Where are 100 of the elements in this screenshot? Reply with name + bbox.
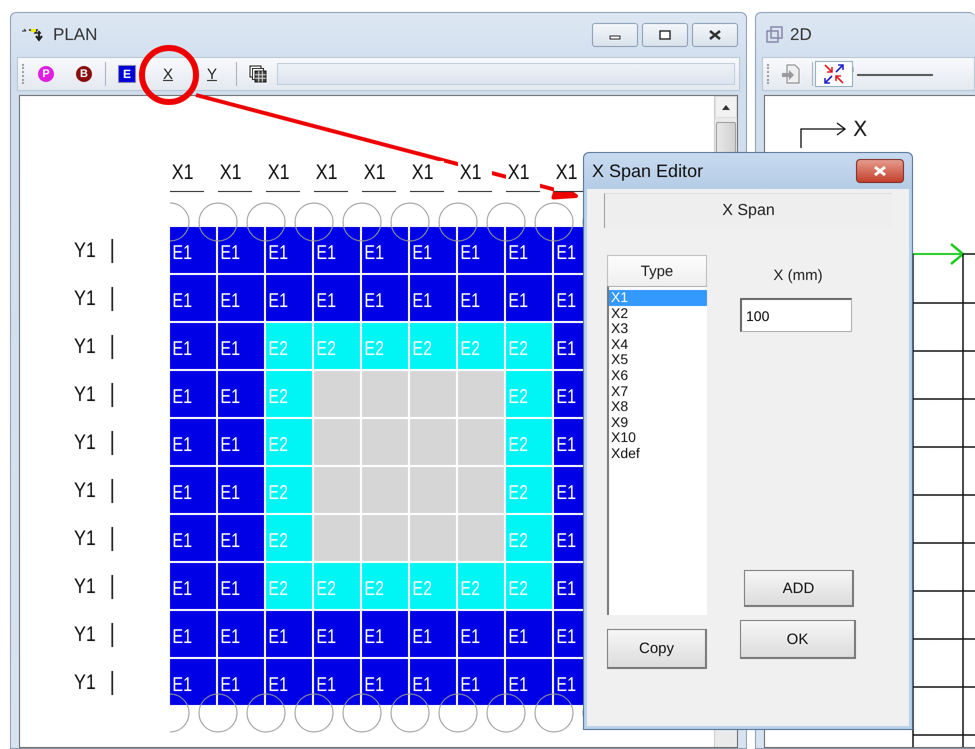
grid-cell[interactable]: E1 — [266, 611, 312, 657]
toolbar-button[interactable]: E — [108, 61, 146, 87]
grid-cell[interactable]: E1 — [362, 659, 408, 705]
grid-cell[interactable] — [314, 467, 360, 513]
list-item[interactable]: X2 — [609, 306, 707, 322]
grid-cell[interactable]: E1 — [554, 323, 583, 369]
grid-cell[interactable] — [458, 419, 504, 465]
grid-cell[interactable] — [314, 371, 360, 417]
grid-cell[interactable]: E1 — [410, 611, 456, 657]
row-label: Y1 — [74, 239, 113, 263]
grid-cell[interactable]: E1 — [170, 467, 216, 513]
grid-cell[interactable]: E1 — [506, 227, 552, 273]
grid-cell[interactable] — [314, 515, 360, 561]
close-button[interactable] — [692, 23, 738, 47]
input-field[interactable]: 100 — [740, 298, 852, 332]
grid-cell[interactable] — [362, 371, 408, 417]
grid-cell[interactable]: E1 — [458, 611, 504, 657]
grid-cell[interactable] — [410, 467, 456, 513]
grid-cell[interactable]: E1 — [266, 227, 312, 273]
grid-cell[interactable]: E1 — [458, 275, 504, 321]
grid-cell[interactable]: E1 — [362, 227, 408, 273]
grid-cell[interactable]: E1 — [554, 659, 583, 705]
list-item[interactable]: X8 — [609, 399, 707, 415]
list-item[interactable]: X6 — [609, 368, 707, 384]
grid-cell[interactable]: E1 — [170, 275, 216, 321]
grid-cell[interactable]: E1 — [170, 371, 216, 417]
grid-cell[interactable]: E1 — [410, 659, 456, 705]
add-button[interactable]: ADD — [744, 570, 854, 607]
list-item[interactable]: X7 — [609, 384, 707, 400]
grid-cell[interactable]: E1 — [218, 323, 264, 369]
grid-cell[interactable]: E1 — [458, 227, 504, 273]
toolbar-grip[interactable] — [22, 64, 27, 84]
grid-cell[interactable]: E1 — [554, 467, 583, 513]
row-label: Y1 — [74, 623, 113, 647]
grid-cell[interactable] — [410, 419, 456, 465]
grid-cell[interactable]: E1 — [218, 659, 264, 705]
grid-cell[interactable]: E1 — [506, 611, 552, 657]
grid-cell[interactable]: E1 — [218, 371, 264, 417]
grid-cell[interactable]: E1 — [554, 275, 583, 321]
list-item[interactable]: Xdef — [609, 446, 707, 462]
grid-cell[interactable]: E1 — [554, 611, 583, 657]
grid-cell[interactable]: E1 — [362, 611, 408, 657]
grid-cell[interactable]: E1 — [170, 659, 216, 705]
toolbar-button[interactable]: B — [65, 61, 103, 87]
list-item[interactable]: X3 — [609, 321, 707, 337]
ok-button[interactable]: OK — [740, 620, 856, 659]
list-item[interactable]: X10 — [609, 430, 707, 446]
grid-cell[interactable]: E1 — [554, 227, 583, 273]
grid-cell[interactable]: E1 — [218, 563, 264, 609]
grid-cell[interactable] — [458, 371, 504, 417]
minimize-button[interactable] — [592, 23, 638, 47]
grid-cell[interactable]: E1 — [506, 659, 552, 705]
grid-cell[interactable] — [314, 419, 360, 465]
grid-cell[interactable]: E1 — [266, 659, 312, 705]
toolbar-button[interactable]: Y — [190, 61, 234, 87]
grid-cell[interactable]: E1 — [506, 275, 552, 321]
grid-cell[interactable] — [410, 515, 456, 561]
toolbar-button[interactable]: P — [27, 61, 65, 87]
grid-cell[interactable]: E1 — [554, 563, 583, 609]
list-item[interactable]: X9 — [609, 414, 707, 430]
grid-cell[interactable]: E1 — [458, 659, 504, 705]
maximize-button[interactable] — [642, 23, 688, 47]
grid-cell[interactable]: E1 — [170, 611, 216, 657]
grid-cell[interactable]: E1 — [218, 227, 264, 273]
grid-cell[interactable] — [362, 467, 408, 513]
grid-cell[interactable]: E1 — [170, 419, 216, 465]
grid-cell[interactable]: E1 — [554, 371, 583, 417]
grid-cell[interactable]: E1 — [410, 275, 456, 321]
grid-cell[interactable]: E1 — [554, 515, 583, 561]
grid-cell[interactable]: E1 — [554, 419, 583, 465]
grid-cell[interactable] — [362, 515, 408, 561]
grid-cell[interactable]: E1 — [218, 419, 264, 465]
grid-cell[interactable]: E1 — [314, 611, 360, 657]
grid-cell[interactable]: E1 — [314, 275, 360, 321]
toolbar-button[interactable]: X — [146, 61, 190, 87]
toolbar-grip[interactable] — [767, 64, 772, 84]
grid-cell[interactable]: E1 — [218, 467, 264, 513]
grid-cell[interactable] — [362, 419, 408, 465]
grid-cell[interactable]: E1 — [314, 227, 360, 273]
grid-cell[interactable] — [458, 515, 504, 561]
grid-cell[interactable]: E1 — [218, 515, 264, 561]
grid-cell[interactable] — [410, 371, 456, 417]
list-item[interactable]: X4 — [609, 336, 707, 352]
grid-cell[interactable]: E1 — [218, 275, 264, 321]
grid-cell[interactable]: E1 — [170, 227, 216, 273]
grid-cell[interactable]: E1 — [218, 611, 264, 657]
grid-cell[interactable] — [458, 467, 504, 513]
close-button[interactable] — [856, 159, 904, 183]
copy-button[interactable]: Copy — [607, 629, 707, 669]
grid-cell[interactable]: E1 — [314, 659, 360, 705]
list-item[interactable]: X5 — [609, 352, 707, 368]
scroll-up-button[interactable] — [715, 96, 737, 118]
grid-cell[interactable]: E1 — [266, 275, 312, 321]
grid-cell[interactable]: E1 — [362, 275, 408, 321]
toolbar-button[interactable] — [815, 61, 853, 87]
grid-cell[interactable]: E1 — [170, 323, 216, 369]
grid-cell[interactable]: E1 — [170, 515, 216, 561]
grid-cell[interactable]: E1 — [410, 227, 456, 273]
type-list[interactable]: X1 X2 X3 X4 X5 X6 X7 X8 X9 X10 Xdef — [607, 286, 707, 615]
grid-cell[interactable]: E1 — [170, 563, 216, 609]
